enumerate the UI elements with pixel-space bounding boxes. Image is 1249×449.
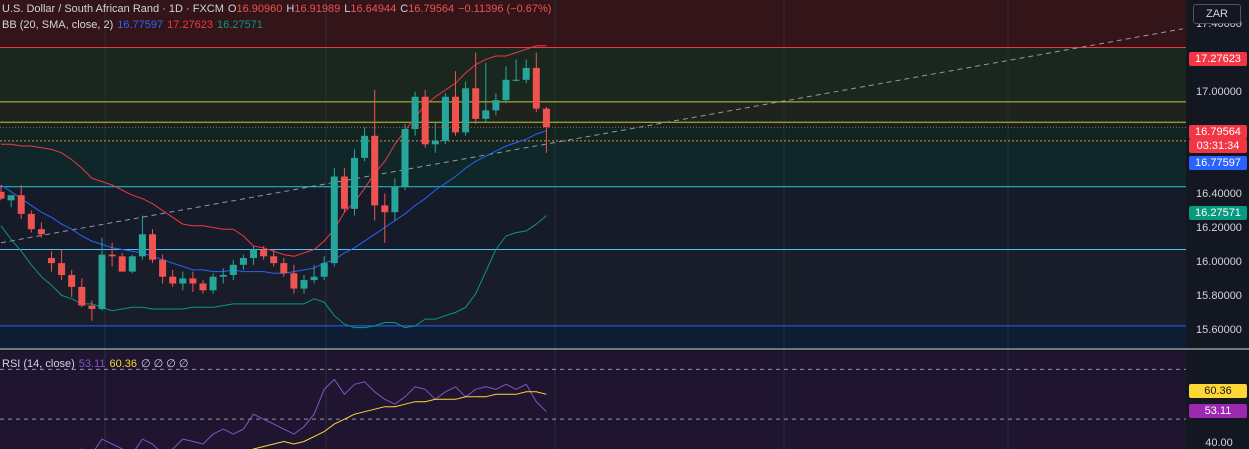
rsi-ma-price-label: 60.36 [1189, 384, 1247, 398]
rsi-header-value: 53.11 [78, 358, 106, 370]
candle-body [340, 176, 348, 209]
price-tick-label: 15.60000 [1196, 324, 1242, 337]
low-value: 16.64944 [350, 3, 397, 15]
candle-body [421, 96, 429, 145]
bb-upper-price-label: 17.27623 [1189, 52, 1247, 66]
candle-body [482, 110, 490, 119]
candle-body [472, 88, 480, 119]
candle-body [512, 79, 520, 81]
candle-body [179, 278, 187, 284]
candle-body [68, 275, 76, 287]
candle-body [229, 264, 237, 276]
candle-body [209, 276, 217, 291]
candle-body [270, 256, 278, 264]
candle-body [290, 273, 298, 289]
candle-body [532, 67, 540, 109]
close-label: C [400, 3, 409, 15]
candle-body [108, 254, 116, 257]
price-tick-label: 16.20000 [1196, 222, 1242, 235]
candle-body [441, 96, 449, 141]
close-value: 16.79564 [408, 3, 455, 15]
high-value: 16.91989 [294, 3, 341, 15]
rsi-header: RSI (14, close) 53.11 60.36 ∅ ∅ ∅ ∅ [2, 357, 193, 371]
candle-body [189, 278, 197, 284]
candle-body [159, 259, 167, 277]
candle-body [37, 229, 45, 235]
candle-body [330, 176, 338, 264]
price-tick-label: 17.00000 [1196, 86, 1242, 99]
bb-basis-value: 16.77597 [117, 19, 164, 31]
candle-body [98, 254, 106, 309]
candle-body [280, 263, 288, 274]
candle-body [310, 276, 318, 281]
symbol-title: U.S. Dollar / South African Rand · 1D · … [2, 3, 224, 15]
candle-body [219, 275, 227, 277]
candle-body [250, 249, 257, 259]
candle-body [27, 213, 35, 230]
bb-header: BB (20, SMA, close, 2) 16.77597 17.27623 16… [2, 18, 267, 32]
candle-body [199, 283, 207, 291]
rsi-ma-header-value: 60.36 [109, 358, 137, 370]
symbol-header: U.S. Dollar / South African Rand · 1D · … [2, 2, 555, 16]
price-tick-label: 16.40000 [1196, 188, 1242, 201]
price-tick-label: 15.80000 [1196, 290, 1242, 303]
candle-body [462, 88, 470, 133]
currency-button[interactable]: ZAR [1193, 4, 1241, 24]
candle-body [502, 79, 510, 101]
candle-body [138, 234, 146, 257]
candle-body [118, 256, 126, 272]
candle-body [361, 135, 369, 158]
candle-body [411, 96, 419, 130]
candle-body [300, 280, 308, 289]
candle-body [522, 67, 530, 80]
chart-canvas[interactable] [0, 0, 1249, 449]
candle-body [381, 205, 389, 213]
candle-body [58, 263, 66, 276]
candle-body [0, 191, 5, 199]
bb-basis-price-label: 16.77597 [1189, 156, 1247, 170]
price-tick-label: 16.00000 [1196, 256, 1242, 269]
change-value: −0.11396 (−0.67%) [458, 3, 552, 15]
candle-body [169, 276, 177, 284]
candle-body [391, 186, 399, 213]
candle-body [492, 100, 500, 111]
candle-body [128, 256, 136, 272]
candle-body [78, 286, 86, 306]
candle-body [371, 135, 379, 206]
candle-body [351, 157, 358, 209]
candle-body [320, 263, 328, 277]
bb-lower-value: 16.27571 [217, 19, 263, 31]
open-value: 16.90960 [236, 3, 283, 15]
bb-label: BB (20, SMA, close, 2) [2, 19, 114, 31]
bb-upper-value: 17.27623 [167, 19, 214, 31]
countdown-label: 03:31:34 [1189, 139, 1247, 153]
rsi-price-label: 53.11 [1189, 404, 1247, 418]
rsi-tick-label: 40.00 [1205, 437, 1233, 449]
candle-body [260, 249, 268, 257]
rsi-label: RSI (14, close) [2, 358, 75, 370]
candle-body [431, 140, 439, 145]
candle-body [239, 258, 247, 265]
bb-lower-price-label: 16.27571 [1189, 206, 1247, 220]
last-price-label: 16.79564 [1189, 125, 1247, 139]
candle-body [48, 258, 55, 264]
rsi-placeholders: ∅ ∅ ∅ ∅ [141, 358, 189, 370]
candle-body [149, 234, 156, 260]
candle-body [88, 305, 96, 309]
candle-body [7, 195, 15, 201]
candle-body [542, 108, 550, 128]
candle-body [17, 195, 25, 214]
candle-body [401, 129, 409, 187]
